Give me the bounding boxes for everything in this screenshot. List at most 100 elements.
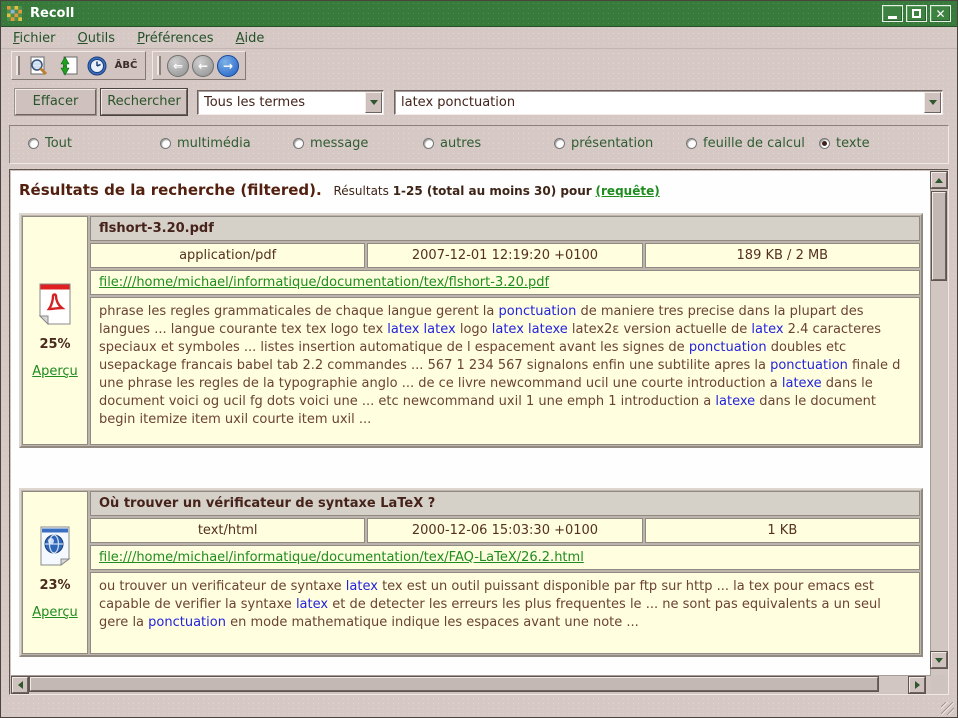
recoll-app-icon <box>7 6 22 21</box>
radio-icon <box>423 138 434 149</box>
maximize-button[interactable] <box>906 5 927 22</box>
first-page-icon: ⇐ <box>173 60 183 72</box>
scroll-up-button[interactable] <box>931 172 947 188</box>
result-1-side: 25% Aperçu <box>22 216 88 445</box>
menubar: Fichier Outils Préférences Aide <box>1 28 957 49</box>
search-history-dropdown-button[interactable] <box>924 92 941 113</box>
menu-preferences[interactable]: Préférences <box>137 31 213 46</box>
result-meta-row: application/pdf 2007-12-01 12:19:20 +010… <box>90 243 920 268</box>
filter-tout[interactable]: Tout <box>28 136 72 151</box>
filter-presentation[interactable]: présentation <box>554 136 653 151</box>
horizontal-scrollbar[interactable] <box>11 675 931 693</box>
result-mime: application/pdf <box>90 243 365 268</box>
minimize-icon <box>888 16 897 19</box>
update-index-icon <box>57 55 79 77</box>
search-mode-dropdown-button[interactable] <box>365 92 382 113</box>
search-button[interactable]: Rechercher <box>101 89 187 115</box>
search-row: Effacer Rechercher Tous les termes <box>1 89 957 117</box>
filter-label: autres <box>440 136 481 151</box>
update-index-button[interactable] <box>55 54 81 78</box>
result-size: 189 KB / 2 MB <box>645 243 920 268</box>
result-date: 2000-12-06 15:03:30 +0100 <box>367 518 642 543</box>
toolbar-group-navigation: ⇐ ← → <box>152 51 246 80</box>
first-page-button[interactable]: ⇐ <box>167 55 189 77</box>
toolbar: ÂBĈ ⇐ ← → <box>1 49 957 82</box>
filter-multimedia[interactable]: multimédia <box>160 136 251 151</box>
arrow-down-icon <box>935 658 943 663</box>
result-url-row: file:///home/michael/informatique/docume… <box>90 270 920 295</box>
close-icon: ✕ <box>935 8 945 20</box>
result-snippet: phrase les regles grammaticales de chaqu… <box>90 297 920 445</box>
filter-label: texte <box>836 136 870 151</box>
filter-label: présentation <box>571 136 653 151</box>
minimize-button[interactable] <box>882 5 903 22</box>
toolbar-grip[interactable] <box>16 56 20 75</box>
filter-autres[interactable]: autres <box>423 136 481 151</box>
result-item-2: 23% Aperçu Où trouver un vérificateur de… <box>19 488 923 657</box>
arrow-left-icon <box>18 681 23 689</box>
menu-aide[interactable]: Aide <box>236 31 265 46</box>
relevance-percent: 23% <box>39 578 70 593</box>
result-2-side: 23% Aperçu <box>22 491 88 654</box>
radio-icon <box>293 138 304 149</box>
resize-grip[interactable] <box>941 702 954 715</box>
menu-fichier[interactable]: Fichier <box>13 31 56 46</box>
arrow-right-icon <box>915 681 920 689</box>
preview-document-button[interactable] <box>26 54 52 78</box>
radio-icon <box>28 138 39 149</box>
preview-link[interactable]: Aperçu <box>32 605 78 620</box>
close-button[interactable]: ✕ <box>930 5 951 22</box>
titlebar: Recoll ✕ <box>1 1 957 27</box>
filter-message[interactable]: message <box>293 136 368 151</box>
search-input[interactable] <box>395 95 924 110</box>
next-page-button[interactable]: → <box>217 55 239 77</box>
result-title: flshort-3.20.pdf <box>90 216 920 241</box>
html-document-icon <box>39 526 71 566</box>
radio-icon <box>160 138 171 149</box>
radio-icon <box>819 138 830 149</box>
results-count-range: 1-25 (total au moins 30) pour <box>393 184 592 198</box>
chevron-down-icon <box>370 100 378 105</box>
pdf-document-icon <box>38 283 72 325</box>
clear-button[interactable]: Effacer <box>15 89 96 115</box>
horizontal-scroll-thumb[interactable] <box>30 677 878 691</box>
scroll-right-button[interactable] <box>909 677 925 693</box>
query-link[interactable]: (requête) <box>596 184 660 198</box>
result-url-link[interactable]: file:///home/michael/informatique/docume… <box>99 275 549 290</box>
vertical-scrollbar[interactable] <box>930 171 947 675</box>
scroll-down-button[interactable] <box>931 652 947 668</box>
radio-icon <box>554 138 565 149</box>
vertical-scroll-thumb[interactable] <box>932 192 946 280</box>
next-page-icon: → <box>223 60 233 72</box>
term-explorer-button[interactable]: ÂBĈ <box>113 54 139 78</box>
scroll-left-button[interactable] <box>12 677 28 693</box>
category-filter-frame: Tout multimédia message autres présentat… <box>9 125 949 164</box>
filter-label: multimédia <box>177 136 251 151</box>
result-item-1: 25% Aperçu flshort-3.20.pdf application/… <box>19 213 923 448</box>
results-panel: Résultats de la recherche (filtered). Ré… <box>9 169 949 695</box>
results-viewport: Résultats de la recherche (filtered). Ré… <box>11 171 931 675</box>
filter-texte[interactable]: texte <box>819 136 870 151</box>
preview-link[interactable]: Aperçu <box>32 364 78 379</box>
statusbar <box>1 695 957 718</box>
history-button[interactable] <box>84 54 110 78</box>
search-mode-combobox[interactable]: Tous les termes <box>197 90 384 115</box>
results-count-prefix: Résultats <box>333 184 388 198</box>
toolbar-grip[interactable] <box>157 56 161 75</box>
result-mime: text/html <box>90 518 365 543</box>
window-title: Recoll <box>30 6 74 21</box>
window-controls: ✕ <box>882 5 951 22</box>
result-title: Où trouver un vérificateur de syntaxe La… <box>90 491 920 516</box>
document-magnifier-icon <box>28 55 50 77</box>
previous-page-button[interactable]: ← <box>192 55 214 77</box>
toolbar-group-tools: ÂBĈ <box>11 51 146 80</box>
recoll-window: Recoll ✕ Fichier Outils Préférences Aide <box>0 0 958 718</box>
filter-feuille-de-calcul[interactable]: feuille de calcul <box>686 136 805 151</box>
previous-page-icon: ← <box>198 60 208 72</box>
menu-outils[interactable]: Outils <box>78 31 116 46</box>
result-url-link[interactable]: file:///home/michael/informatique/docume… <box>99 550 584 565</box>
result-date: 2007-12-01 12:19:20 +0100 <box>367 243 642 268</box>
result-2-main: Où trouver un vérificateur de syntaxe La… <box>90 491 920 654</box>
search-mode-value: Tous les termes <box>198 95 365 110</box>
results-title: Résultats de la recherche (filtered). <box>19 181 322 199</box>
